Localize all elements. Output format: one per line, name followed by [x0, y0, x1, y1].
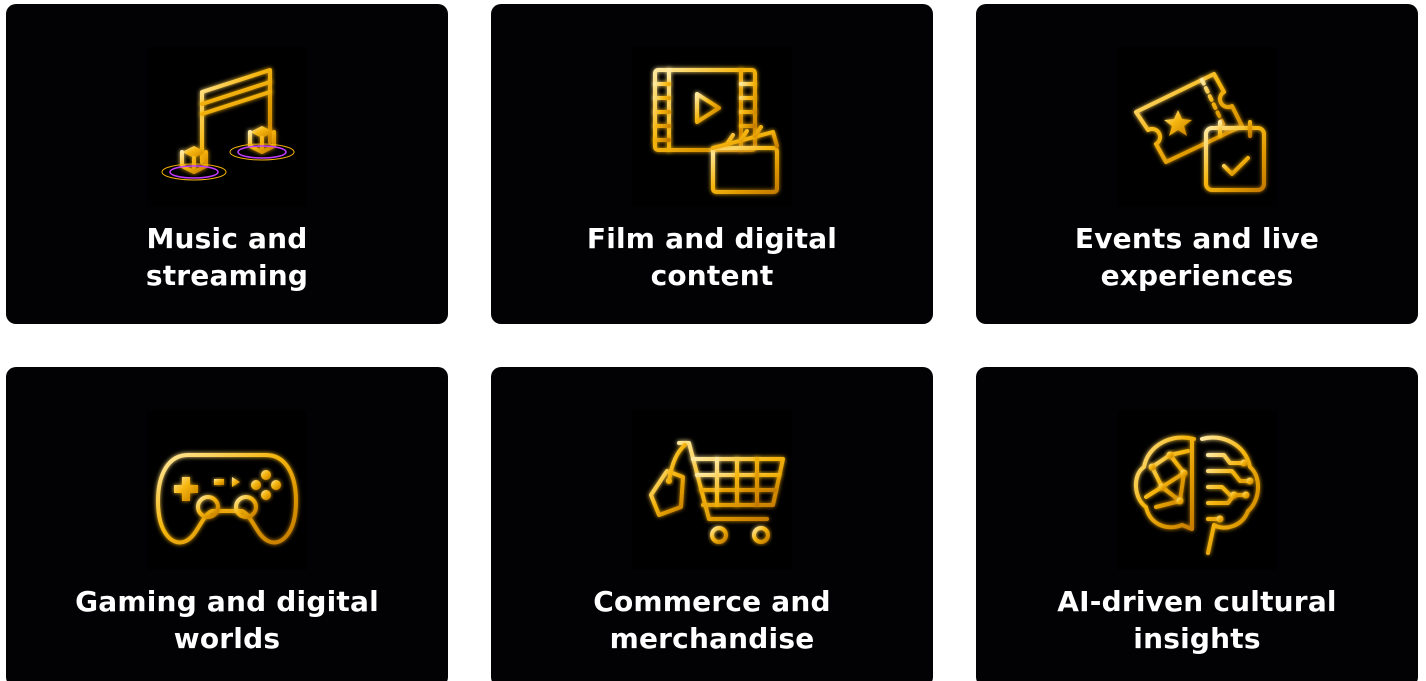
- card-events-live-experiences[interactable]: Events and live experiences: [976, 4, 1418, 324]
- game-controller-icon: [147, 410, 307, 570]
- card-commerce-merchandise[interactable]: Commerce and merchandise: [491, 367, 933, 681]
- music-note-icon: [147, 47, 307, 207]
- card-ai-cultural-insights[interactable]: AI-driven cultural insights: [976, 367, 1418, 681]
- card-label: Gaming and digital worlds: [75, 585, 379, 655]
- ticket-calendar-icon: [1117, 47, 1277, 207]
- card-label: Events and live experiences: [1074, 222, 1320, 292]
- card-label: Film and digital content: [586, 222, 838, 292]
- card-label: Commerce and merchandise: [593, 585, 831, 655]
- film-clapperboard-icon: [632, 47, 792, 207]
- ai-brain-icon: [1117, 410, 1277, 570]
- shopping-cart-icon: [632, 410, 792, 570]
- category-grid: Music and streaming Film and digital con…: [0, 0, 1426, 681]
- card-music-streaming[interactable]: Music and streaming: [6, 4, 448, 324]
- card-label: AI-driven cultural insights: [1057, 585, 1337, 655]
- card-label: Music and streaming: [145, 222, 309, 292]
- card-film-digital-content[interactable]: Film and digital content: [491, 4, 933, 324]
- card-gaming-digital-worlds[interactable]: Gaming and digital worlds: [6, 367, 448, 681]
